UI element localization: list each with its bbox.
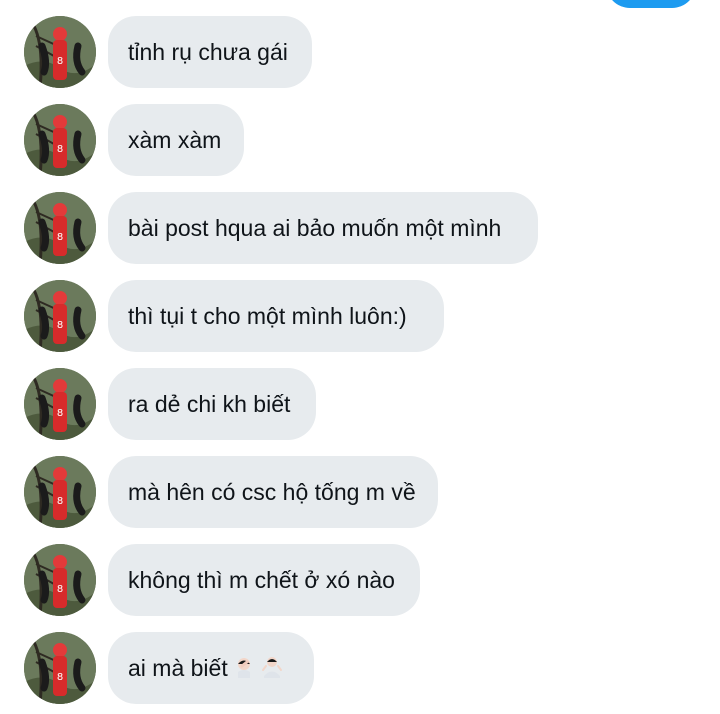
sender-avatar[interactable]: 8 xyxy=(24,104,96,176)
message-text: bài post hqua ai bảo muốn một mình xyxy=(128,215,502,241)
sender-avatar[interactable]: 8 xyxy=(24,280,96,352)
sender-avatar[interactable]: 8 xyxy=(24,368,96,440)
incoming-message-bubble[interactable]: xàm xàm xyxy=(108,104,244,176)
message-row: 8 bài post hqua ai bảo muốn một mình xyxy=(0,192,720,264)
svg-text:8: 8 xyxy=(57,408,63,419)
message-row: 8 thì tụi t cho một mình luôn:) xyxy=(0,280,720,352)
message-text: thì tụi t cho một mình luôn:) xyxy=(128,303,407,329)
incoming-message-bubble[interactable]: bài post hqua ai bảo muốn một mình xyxy=(108,192,538,264)
incoming-message-bubble[interactable]: mà hên có csc hộ tống m về xyxy=(108,456,438,528)
svg-text:8: 8 xyxy=(57,144,63,155)
svg-text:8: 8 xyxy=(57,496,63,507)
message-text: mà hên có csc hộ tống m về xyxy=(128,479,416,505)
message-row: 8 xàm xàm xyxy=(0,104,720,176)
sender-avatar[interactable]: 8 xyxy=(24,632,96,704)
incoming-message-bubble[interactable]: ra dẻ chi kh biết xyxy=(108,368,316,440)
sender-avatar[interactable]: 8 xyxy=(24,192,96,264)
message-row: 8 không thì m chết ở xó nào xyxy=(0,544,720,616)
facepalm-icon xyxy=(232,634,256,706)
message-text: ai mà biết xyxy=(128,655,228,681)
svg-text:8: 8 xyxy=(57,232,63,243)
incoming-message-bubble[interactable]: tỉnh rụ chưa gái xyxy=(108,16,312,88)
message-text: tỉnh rụ chưa gái xyxy=(128,39,288,65)
message-row: 8 ai mà biết xyxy=(0,632,720,704)
svg-text:8: 8 xyxy=(57,320,63,331)
svg-text:8: 8 xyxy=(57,584,63,595)
shrug-icon xyxy=(260,634,284,706)
svg-text:8: 8 xyxy=(57,56,63,67)
message-row: 8 ra dẻ chi kh biết xyxy=(0,368,720,440)
incoming-message-bubble[interactable]: không thì m chết ở xó nào xyxy=(108,544,420,616)
sender-avatar[interactable]: 8 xyxy=(24,16,96,88)
outgoing-message-bubble-partial[interactable] xyxy=(606,0,696,8)
chat-thread: 8 tỉnh rụ chưa gái 8 xàm xàm 8 bài post hqua … xyxy=(0,0,720,714)
sender-avatar[interactable]: 8 xyxy=(24,544,96,616)
incoming-message-bubble[interactable]: ai mà biết xyxy=(108,632,314,704)
message-text: xàm xàm xyxy=(128,127,222,153)
message-text: ra dẻ chi kh biết xyxy=(128,391,291,417)
message-row: 8 tỉnh rụ chưa gái xyxy=(0,16,720,88)
message-row: 8 mà hên có csc hộ tống m về xyxy=(0,456,720,528)
svg-text:8: 8 xyxy=(57,672,63,683)
sender-avatar[interactable]: 8 xyxy=(24,456,96,528)
incoming-message-bubble[interactable]: thì tụi t cho một mình luôn:) xyxy=(108,280,444,352)
message-text: không thì m chết ở xó nào xyxy=(128,567,395,593)
